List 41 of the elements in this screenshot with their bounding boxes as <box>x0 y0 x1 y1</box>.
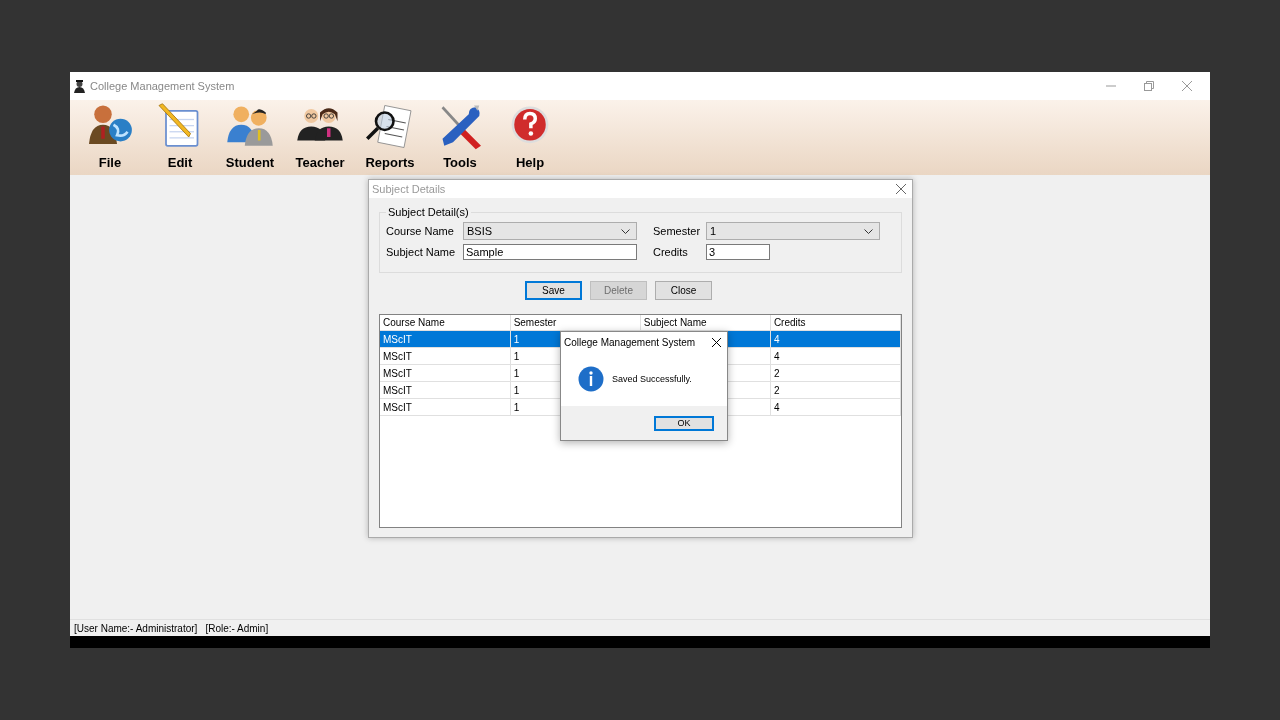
app-icon <box>74 79 85 93</box>
chevron-icon <box>864 228 873 234</box>
restore-icon[interactable] <box>1144 81 1154 91</box>
table-cell: 4 <box>770 398 901 416</box>
field-label: Course Name <box>386 225 455 237</box>
ok-button[interactable]: OK <box>654 415 714 431</box>
window-title: College Management System <box>90 80 236 92</box>
dropdown[interactable]: BSIS <box>463 222 637 240</box>
close-icon[interactable] <box>712 337 721 347</box>
input-field[interactable]: 3 <box>706 244 770 260</box>
status-text: [Role:- Admin] <box>205 622 269 634</box>
column-header[interactable]: Course Name <box>380 315 511 331</box>
column-header[interactable]: Subject Name <box>640 315 771 331</box>
toolbar-button[interactable]: Help <box>495 100 565 170</box>
toolbar-button[interactable]: Reports <box>355 100 425 170</box>
group-title: Subject Detail(s) <box>387 206 470 218</box>
toolbar-button[interactable]: Teacher <box>285 100 355 170</box>
toolbar-button[interactable]: File <box>75 100 145 170</box>
status-text: [User Name:- Administrator] <box>74 622 198 634</box>
field-label: Subject Name <box>386 246 457 258</box>
chevron-icon <box>621 228 630 234</box>
dropdown[interactable]: 1 <box>706 222 880 240</box>
dialog-title: Subject Details <box>372 183 446 195</box>
table-cell: MScIT <box>380 347 511 365</box>
toolbar-button[interactable]: Edit <box>145 100 215 170</box>
table-cell: 2 <box>770 381 901 399</box>
input-field[interactable]: Sample <box>463 244 637 260</box>
table-cell: 2 <box>770 364 901 382</box>
table-cell: MScIT <box>380 381 511 399</box>
toolbar-button[interactable]: Student <box>215 100 285 170</box>
column-header[interactable]: Semester <box>510 315 641 331</box>
info-icon <box>578 366 604 392</box>
table-cell: MScIT <box>380 364 511 382</box>
dialog-button[interactable]: Close <box>655 281 712 300</box>
table-cell: MScIT <box>380 398 511 416</box>
column-header[interactable]: Credits <box>770 315 901 331</box>
dialog-button[interactable]: Save <box>525 281 582 300</box>
toolbar-button[interactable]: Tools <box>425 100 495 170</box>
table-cell: 4 <box>770 347 901 365</box>
field-label: Credits <box>653 246 689 258</box>
field-label: Semester <box>653 225 702 237</box>
